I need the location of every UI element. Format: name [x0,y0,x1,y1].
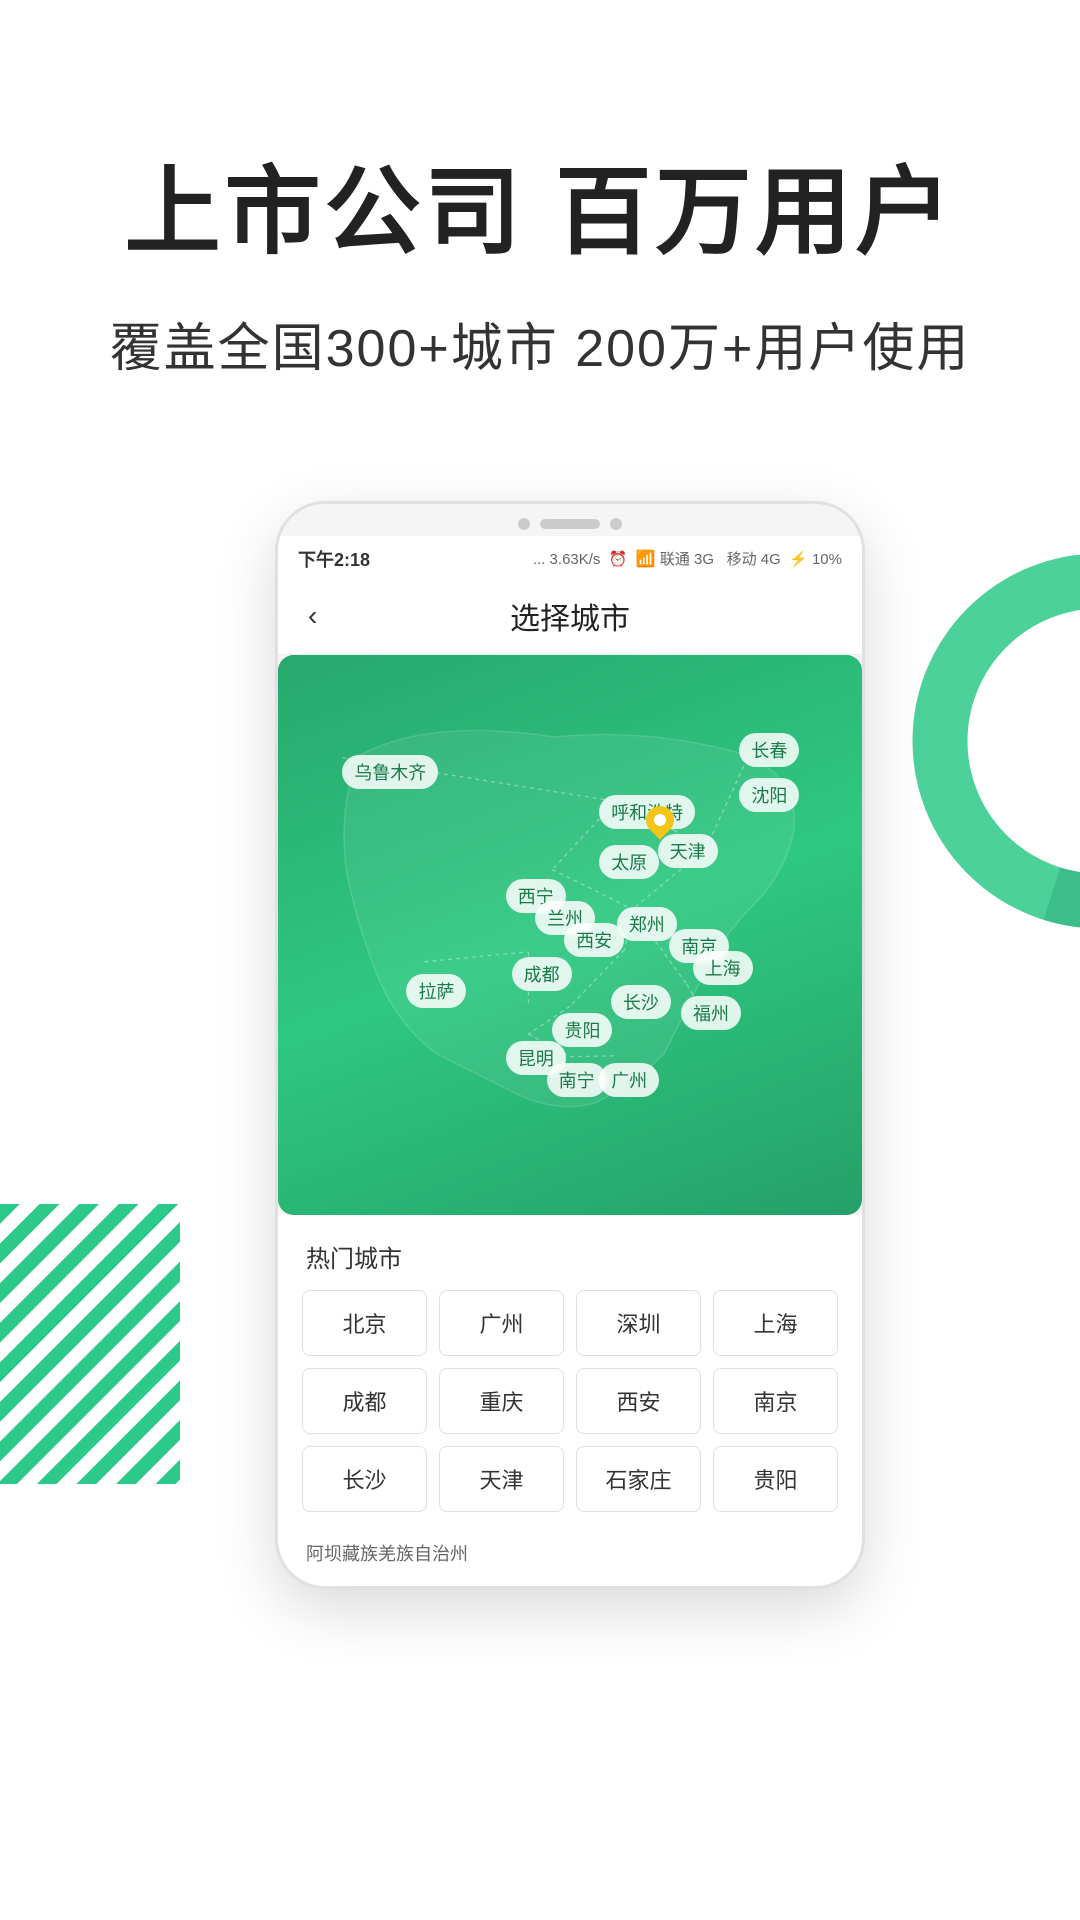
hero-title: 上市公司 百万用户 [80,160,1000,266]
dot-left [518,518,530,530]
city-btn-长沙[interactable]: 长沙 [302,1446,427,1512]
phone-top-dots [278,504,862,536]
speaker [540,519,600,529]
phone-frame: 下午2:18 ... 3.63K/s ⏰ 📶 联通 3G 移动 4G ⚡ 10%… [275,501,865,1589]
hero-subtitle: 覆盖全国300+城市 200万+用户使用 [80,306,1000,381]
city-btn-北京[interactable]: 北京 [302,1290,427,1356]
map-pin [646,806,674,842]
hot-cities-title: 热门城市 [302,1239,838,1274]
stripe-decoration [0,1204,180,1489]
city-btn-南京[interactable]: 南京 [713,1368,838,1434]
city-btn-重庆[interactable]: 重庆 [439,1368,564,1434]
city-zhengzhou[interactable]: 郑州 [617,907,677,941]
status-info: ... 3.63K/s ⏰ 📶 联通 3G 移动 4G ⚡ 10% [533,548,842,569]
city-taiyuan[interactable]: 太原 [599,845,659,879]
city-grid: 北京广州深圳上海成都重庆西安南京长沙天津石家庄贵阳 [302,1290,838,1512]
back-button[interactable]: ‹ [308,600,317,632]
dot-right [610,518,622,530]
city-btn-西安[interactable]: 西安 [576,1368,701,1434]
city-nanning-map[interactable]: 南宁 [547,1063,607,1097]
city-changchun[interactable]: 长春 [739,733,799,767]
city-btn-深圳[interactable]: 深圳 [576,1290,701,1356]
deco-circle-icon [880,541,1080,941]
city-guiyang-map[interactable]: 贵阳 [552,1013,612,1047]
city-xian-map[interactable]: 西安 [564,923,624,957]
hot-cities-section: 热门城市 北京广州深圳上海成都重庆西安南京长沙天津石家庄贵阳 [278,1215,862,1528]
bottom-location-text: 阿坝藏族羌族自治州 [278,1528,862,1586]
city-lasa[interactable]: 拉萨 [406,974,466,1008]
city-fuzhou-map[interactable]: 福州 [681,996,741,1030]
nav-title: 选择城市 [510,594,630,638]
city-changsha-map[interactable]: 长沙 [611,985,671,1019]
status-bar: 下午2:18 ... 3.63K/s ⏰ 📶 联通 3G 移动 4G ⚡ 10% [278,536,862,578]
map-area[interactable]: 乌鲁木齐 长春 沈阳 呼和浩特 天津 太原 西宁 兰州 西安 郑州 南京 上海 … [278,655,862,1215]
city-btn-石家庄[interactable]: 石家庄 [576,1446,701,1512]
status-time: 下午2:18 [298,546,370,572]
phone-section: 下午2:18 ... 3.63K/s ⏰ 📶 联通 3G 移动 4G ⚡ 10%… [0,441,1080,1589]
city-btn-成都[interactable]: 成都 [302,1368,427,1434]
city-btn-贵阳[interactable]: 贵阳 [713,1446,838,1512]
city-btn-上海[interactable]: 上海 [713,1290,838,1356]
city-btn-天津[interactable]: 天津 [439,1446,564,1512]
phone-nav: ‹ 选择城市 [278,578,862,655]
hero-section: 上市公司 百万用户 覆盖全国300+城市 200万+用户使用 [0,0,1080,441]
city-guangzhou-map[interactable]: 广州 [599,1063,659,1097]
city-btn-广州[interactable]: 广州 [439,1290,564,1356]
city-chengdu-map[interactable]: 成都 [512,957,572,991]
city-shenyang[interactable]: 沈阳 [739,778,799,812]
city-shanghai-map[interactable]: 上海 [693,951,753,985]
city-wulumuqi[interactable]: 乌鲁木齐 [342,755,438,789]
